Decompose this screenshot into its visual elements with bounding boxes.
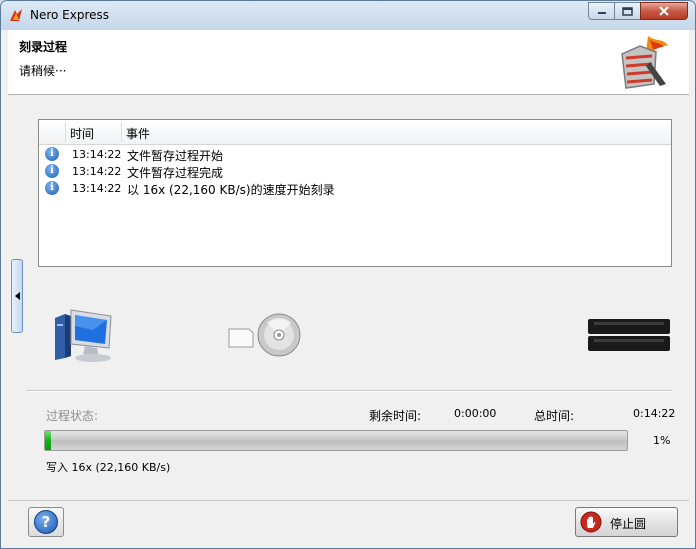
log-row[interactable]: i 13:14:22 文件暂存过程完成 — [39, 163, 671, 180]
nero-burning-logo-icon — [621, 36, 668, 89]
side-panel-toggle[interactable] — [11, 259, 23, 333]
log-header: 时间 事件 — [39, 120, 671, 145]
log-row[interactable]: i 13:14:22 以 16x (22,160 KB/s)的速度开始刻录 — [39, 180, 671, 197]
remaining-time-label: 剩余时间: — [369, 409, 422, 423]
nero-app-icon — [10, 9, 22, 21]
progress-percent: 1% — [653, 434, 671, 447]
maximize-icon — [622, 6, 633, 16]
maximize-button[interactable] — [614, 2, 641, 20]
nero-express-window: Nero Express 刻录过程 请稍候··· 时间 事件 i 13:14:2… — [0, 0, 696, 549]
title-bar[interactable]: Nero Express — [1, 1, 695, 30]
log-event: 以 16x (22,160 KB/s)的速度开始刻录 — [127, 183, 335, 197]
log-event: 文件暂存过程完成 — [127, 166, 224, 180]
progress-fill — [45, 431, 51, 450]
help-icon: ? — [34, 510, 58, 534]
disc-icon — [228, 313, 301, 357]
page-title: 刻录过程 — [19, 40, 68, 54]
computer-icon — [55, 309, 112, 362]
ultrabuffer-logo-icon — [588, 319, 670, 351]
log-time: 13:14:22 — [72, 148, 122, 161]
column-separator — [121, 122, 122, 142]
close-button[interactable] — [640, 2, 688, 20]
close-icon — [659, 6, 669, 16]
stop-button[interactable]: 停止圆 — [575, 507, 678, 537]
log-time: 13:14:22 — [72, 182, 122, 195]
log-event: 文件暂存过程开始 — [127, 149, 224, 163]
total-time-label: 总时间: — [534, 409, 575, 423]
stop-button-label: 停止圆 — [610, 517, 647, 531]
header-panel: 刻录过程 请稍候··· — [8, 30, 689, 95]
window-title: Nero Express — [30, 8, 110, 22]
arrow-left-icon — [14, 292, 20, 300]
process-status-label: 过程状态: — [46, 409, 99, 423]
log-row[interactable]: i 13:14:22 文件暂存过程开始 — [39, 146, 671, 163]
event-log-list[interactable]: 时间 事件 i 13:14:22 文件暂存过程开始 i 13:14:22 文件暂… — [38, 119, 672, 267]
total-time-value: 0:14:22 — [633, 407, 676, 420]
info-icon: i — [45, 181, 59, 195]
write-speed-info: 写入 16x (22,160 KB/s) — [46, 461, 171, 474]
page-subtitle: 请稍候··· — [19, 64, 67, 78]
info-icon: i — [45, 147, 59, 161]
log-time: 13:14:22 — [72, 165, 122, 178]
footer-divider — [8, 500, 689, 501]
column-separator — [65, 122, 66, 142]
minimize-button[interactable] — [588, 2, 615, 20]
column-header-event[interactable]: 事件 — [126, 125, 150, 142]
help-button[interactable]: ? — [28, 507, 64, 537]
column-header-time[interactable]: 时间 — [70, 125, 94, 142]
info-icon: i — [45, 164, 59, 178]
minimize-icon — [597, 12, 606, 14]
section-divider — [26, 390, 672, 392]
stop-hand-icon — [580, 511, 602, 533]
burn-progress-bar — [44, 430, 628, 451]
remaining-time-value: 0:00:00 — [454, 407, 497, 420]
